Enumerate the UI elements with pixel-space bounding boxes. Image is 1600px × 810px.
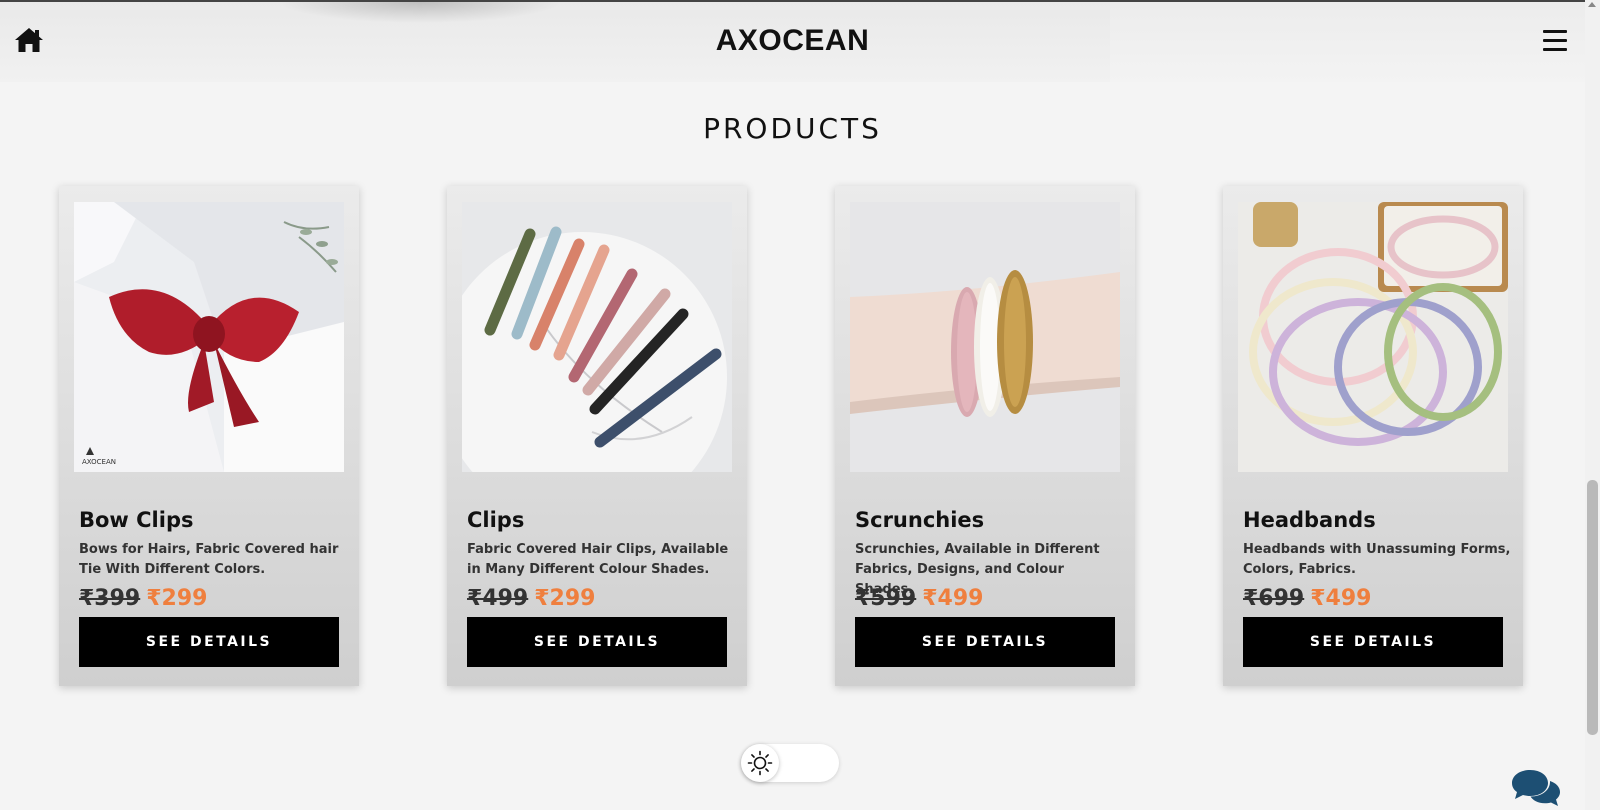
sale-price: ₹499 <box>1310 586 1372 611</box>
product-title: Headbands <box>1243 508 1376 532</box>
page-scrollbar[interactable] <box>1585 0 1600 810</box>
product-card: AXOCEAN Bow Clips Bows for Hairs, Fabric… <box>59 186 359 686</box>
brand-logo[interactable]: AXOCEAN <box>0 24 1585 58</box>
product-price: ₹399 ₹299 <box>79 586 207 611</box>
see-details-button[interactable]: SEE DETAILS <box>467 617 727 667</box>
product-card: Headbands Headbands with Unassuming Form… <box>1223 186 1523 686</box>
product-price: ₹599 ₹499 <box>855 586 983 611</box>
scroll-up-arrow-icon[interactable] <box>1588 2 1596 7</box>
product-price: ₹499 ₹299 <box>467 586 595 611</box>
old-price: ₹599 <box>855 586 917 611</box>
old-price: ₹699 <box>1243 586 1305 611</box>
product-description: Headbands with Unassuming Forms, Colors,… <box>1243 542 1511 577</box>
see-details-button[interactable]: SEE DETAILS <box>855 617 1115 667</box>
product-title: Bow Clips <box>79 508 194 532</box>
product-image-scrunchies[interactable] <box>850 202 1120 472</box>
old-price: ₹399 <box>79 586 141 611</box>
page-title: PRODUCTS <box>703 112 882 145</box>
product-title: Clips <box>467 508 525 532</box>
sale-price: ₹499 <box>922 586 984 611</box>
chat-bubbles-icon[interactable] <box>1510 768 1562 810</box>
product-description: Bows for Hairs, Fabric Covered hair Tie … <box>79 542 339 577</box>
see-details-button[interactable]: SEE DETAILS <box>1243 617 1503 667</box>
product-price: ₹699 ₹499 <box>1243 586 1371 611</box>
product-card: Clips Fabric Covered Hair Clips, Availab… <box>447 186 747 686</box>
theme-toggle[interactable] <box>741 744 839 782</box>
product-image-headbands[interactable] <box>1238 202 1508 472</box>
product-title: Scrunchies <box>855 508 985 532</box>
image-logo-text: AXOCEAN <box>82 458 116 466</box>
product-image-clips[interactable] <box>462 202 732 472</box>
sale-price: ₹299 <box>146 586 208 611</box>
product-card: Scrunchies Scrunchies, Available in Diff… <box>835 186 1135 686</box>
sale-price: ₹299 <box>534 586 596 611</box>
product-image-bow-clips[interactable]: AXOCEAN <box>74 202 344 472</box>
old-price: ₹499 <box>467 586 529 611</box>
see-details-button[interactable]: SEE DETAILS <box>79 617 339 667</box>
scrollbar-thumb[interactable] <box>1587 480 1598 735</box>
product-description: Fabric Covered Hair Clips, Available in … <box>467 542 729 577</box>
sun-icon[interactable] <box>741 744 779 782</box>
hamburger-menu-icon[interactable] <box>1543 30 1567 52</box>
